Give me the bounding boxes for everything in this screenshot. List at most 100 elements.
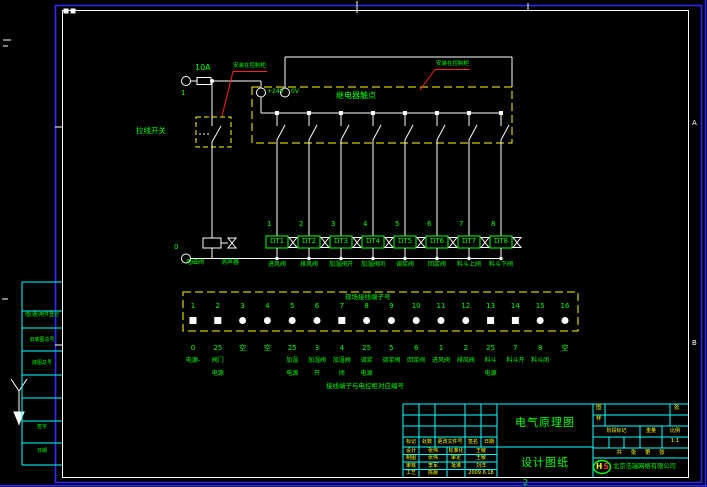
terminal-point <box>462 317 469 324</box>
dt-tag: DT2 <box>298 238 320 245</box>
terminal-wire-number: 25 <box>283 345 301 352</box>
left-strip-row-label: 底图总号 <box>22 361 62 366</box>
margin-marks <box>2 40 27 425</box>
fuse-symbol <box>197 78 211 85</box>
install-note-right: 安装在控制柜 <box>436 62 469 68</box>
title-small-cell-2: 张 <box>674 406 680 412</box>
dt-label: 加湿阀闭 <box>357 262 389 268</box>
terminal-points <box>190 317 569 324</box>
sign-cell: 王敏 <box>465 456 497 461</box>
terminal-number: 14 <box>506 303 524 310</box>
dt-tag: DT6 <box>426 238 448 245</box>
terminal-number: 7 <box>333 303 351 310</box>
plus24v-terminal-symbol <box>257 88 266 97</box>
terminal-point <box>190 317 197 324</box>
cad-drawing-canvas[interactable]: 10A 1 0 +24V 0V 拉线开关 安装在控制柜 安装在控制柜 继电器触点… <box>0 0 707 487</box>
source-terminal-symbol <box>182 77 191 86</box>
pull-switch-label: 拉线开关 <box>136 127 166 135</box>
terminal-label: 加湿 <box>279 358 305 364</box>
terminal-number: 12 <box>457 303 475 310</box>
dt-tag: DT3 <box>330 238 352 245</box>
zone-number-2: 2 <box>523 479 528 487</box>
terminal-label: 排风阀 <box>453 358 479 364</box>
sign-cell: 设计 <box>403 449 419 454</box>
dt-label: 加湿阀开 <box>325 262 357 268</box>
rev-header-cell: 处数 <box>419 440 435 445</box>
stage-header-cell: 重量 <box>640 429 662 434</box>
left-strip-row-label: 日期 <box>22 449 62 454</box>
solenoid-symbol <box>203 238 221 248</box>
terminal-label: 调浆 <box>354 358 380 364</box>
source-terminal-label: 1 <box>181 90 185 97</box>
branch-wire-number: 6 <box>427 221 431 228</box>
terminal-label: 电源- <box>180 358 206 364</box>
rev-header-cell: 日期 <box>481 440 497 445</box>
terminal-point <box>487 317 494 324</box>
terminal-label: 料斗开 <box>502 358 528 364</box>
terminal-wire-number: 5 <box>382 345 400 352</box>
dt-label: 进风阀 <box>261 262 293 268</box>
terminal-point <box>363 317 370 324</box>
branch-wire-number: 4 <box>363 221 367 228</box>
sign-cell: 标准化 <box>447 449 465 454</box>
dt-tag: DT1 <box>266 238 288 245</box>
terminal-number: 4 <box>258 303 276 310</box>
terminal-wire-number: 3 <box>308 345 326 352</box>
common-terminal-label: 0 <box>174 244 178 251</box>
terminal-label: 料斗闭 <box>527 358 553 364</box>
terminal-point <box>562 317 569 324</box>
branch-wire-number: 3 <box>331 221 335 228</box>
branch-wire-number: 7 <box>459 221 463 228</box>
sign-cell: 审定 <box>447 456 465 461</box>
rev-header-cell: 标记 <box>403 440 419 445</box>
dt-tag: DT8 <box>490 238 512 245</box>
terminal-point <box>239 317 246 324</box>
sign-cell: 制图 <box>403 456 419 461</box>
terminal-wire-number: 25 <box>482 345 500 352</box>
stage-header-cell: 阶段标记 <box>593 429 640 434</box>
plus24v-label: +24V <box>267 89 284 95</box>
schematic-linework <box>0 0 707 487</box>
terminal-wire-number: 7 <box>506 345 524 352</box>
logo-letter-2: S <box>604 463 609 471</box>
terminal-strip-note: 接线端子与电控柜对应编号 <box>326 383 404 390</box>
terminal-number: 1 <box>184 303 202 310</box>
pull-switch-box <box>196 117 231 147</box>
supply-circuit <box>182 57 513 263</box>
sheet-type: 设计图纸 <box>497 457 593 469</box>
terminal-wire-number: 空 <box>258 345 276 352</box>
logo-letter-1: H <box>596 463 602 471</box>
sign-cell: 张伟 <box>419 456 447 461</box>
install-note-left: 安装在控制柜 <box>233 64 266 70</box>
branch-wire-number: 8 <box>491 221 495 228</box>
branch-wire-number: 1 <box>267 221 271 228</box>
terminal-wire-number: 6 <box>407 345 425 352</box>
terminal-label: 电源 <box>279 371 305 377</box>
sign-cell: 批准 <box>447 464 465 469</box>
terminal-number: 13 <box>482 303 500 310</box>
terminal-wire-number: 空 <box>234 345 252 352</box>
branch-wire-number: 5 <box>395 221 399 228</box>
fuse-rating-label: 10A <box>195 64 211 72</box>
terminal-number: 2 <box>209 303 227 310</box>
terminal-label: 闭 <box>329 371 355 377</box>
sign-cell: 陈晨 <box>419 471 447 476</box>
title-small-cell-1: 图 <box>596 406 602 412</box>
terminal-point <box>537 317 544 324</box>
scale-value: 1:1 <box>662 439 688 445</box>
terminal-point <box>338 317 345 324</box>
sign-cell: 张伟 <box>419 449 447 454</box>
terminal-number: 9 <box>382 303 400 310</box>
dt-tag: DT5 <box>394 238 416 245</box>
terminal-point <box>512 317 519 324</box>
dt-tag: DT4 <box>362 238 384 245</box>
terminal-label: 加湿阀 <box>329 358 355 364</box>
terminal-label: 阀门 <box>205 358 231 364</box>
sign-cell: 刘洋 <box>465 464 497 469</box>
dt-label: 回浆阀 <box>421 262 453 268</box>
dt-label: 料斗下阀 <box>485 262 517 268</box>
relay-contact-box <box>252 87 512 143</box>
zerov-label: 0V <box>291 89 299 95</box>
terminal-label: 电源 <box>478 371 504 377</box>
terminal-wire-number: 8 <box>531 345 549 352</box>
